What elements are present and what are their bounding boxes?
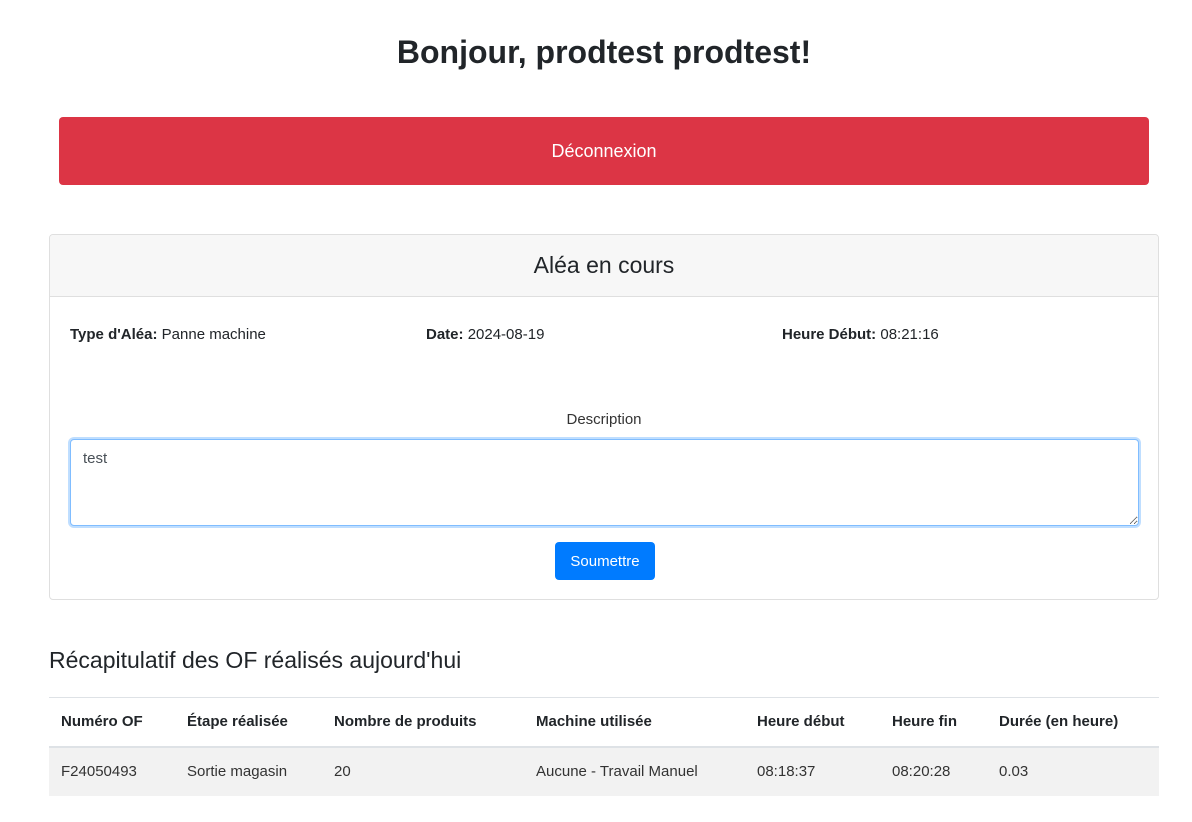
cell-step: Sortie magasin [175, 746, 322, 796]
cell-machine: Aucune - Travail Manuel [524, 746, 745, 796]
cell-of-number: F24050493 [49, 746, 175, 796]
incident-date: Date: 2024-08-19 [426, 326, 544, 343]
column-header-machine: Machine utilisée [524, 697, 745, 748]
column-header-end-time: Heure fin [880, 697, 987, 748]
column-header-step: Étape réalisée [175, 697, 322, 748]
column-header-product-count: Nombre de produits [322, 697, 524, 748]
column-header-start-time: Heure début [745, 697, 880, 748]
table-row: F24050493 Sortie magasin 20 Aucune - Tra… [49, 746, 1159, 796]
incident-type: Type d'Aléa: Panne machine [70, 326, 266, 343]
incident-date-value: 2024-08-19 [467, 326, 545, 343]
cell-product-count: 20 [322, 746, 524, 796]
incident-card: Aléa en cours Type d'Aléa: Panne machine… [49, 234, 1159, 600]
page-title: Bonjour, prodtest prodtest! [396, 34, 812, 70]
summary-title: Récapitulatif des OF réalisés aujourd'hu… [49, 647, 462, 673]
incident-start-value: 08:21:16 [880, 326, 939, 343]
of-summary-table: Numéro OF Étape réalisée Nombre de produ… [49, 697, 1159, 796]
description-textarea[interactable]: test [70, 439, 1139, 526]
incident-date-label: Date: [426, 326, 464, 343]
submit-button[interactable]: Soumettre [555, 542, 655, 580]
cell-duration: 0.03 [987, 746, 1159, 796]
incident-start-label: Heure Début: [782, 326, 877, 343]
cell-start-time: 08:18:37 [745, 746, 880, 796]
column-header-of-number: Numéro OF [49, 697, 175, 748]
incident-type-label: Type d'Aléa: [70, 326, 158, 343]
incident-card-header: Aléa en cours [50, 235, 1158, 297]
description-label: Description [566, 411, 642, 428]
logout-button[interactable]: Déconnexion [59, 117, 1149, 185]
cell-end-time: 08:20:28 [880, 746, 987, 796]
table-header-row: Numéro OF Étape réalisée Nombre de produ… [49, 697, 1159, 748]
incident-start-time: Heure Début: 08:21:16 [782, 326, 939, 343]
incident-type-value: Panne machine [161, 326, 266, 343]
column-header-duration: Durée (en heure) [987, 697, 1159, 748]
